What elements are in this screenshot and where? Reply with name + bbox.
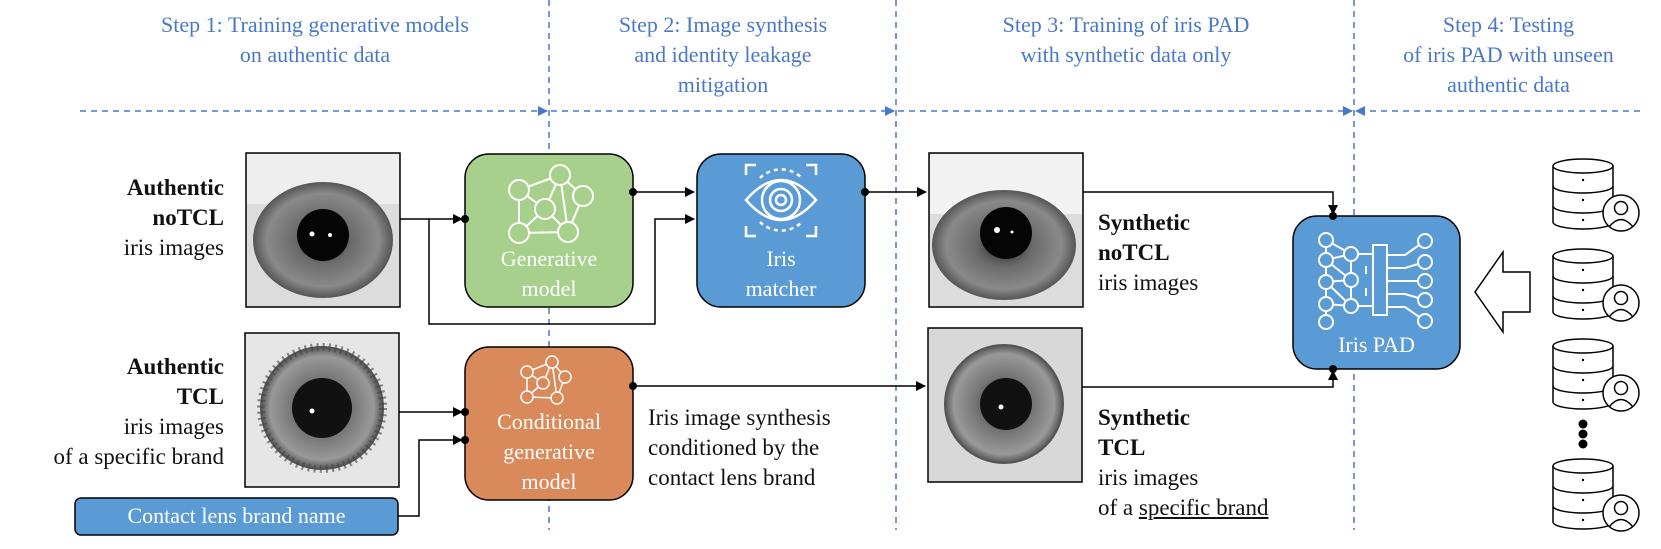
- step-3-line-2: with synthetic data only: [1020, 42, 1232, 67]
- label-bold-2: TCL: [176, 384, 224, 409]
- step-4-line-3: authentic data: [1447, 72, 1570, 97]
- iris-pad-label: Iris PAD: [1338, 332, 1415, 357]
- synthetic-tcl-label: Synthetic TCL iris images of a specific …: [1098, 403, 1328, 523]
- step-1-line-2: on authentic data: [239, 42, 391, 67]
- authentic-tcl-label: Authentic TCL iris images of a specific …: [0, 352, 224, 472]
- authentic-notcl-image: [245, 152, 401, 308]
- conditional-model-label: Conditional generative model: [465, 407, 633, 497]
- synthetic-tcl-image: [927, 327, 1083, 483]
- test-input-arrow: [1474, 249, 1531, 335]
- label-line-3: iris images: [123, 414, 224, 439]
- step-3-title: Step 3: Training of iris PAD with synthe…: [906, 10, 1346, 70]
- block-line-2: matcher: [745, 276, 817, 301]
- test-databases: [1552, 158, 1640, 532]
- step-4-line-2: of iris PAD with unseen: [1403, 42, 1614, 67]
- label-bold-2: noTCL: [152, 205, 224, 230]
- label-bold-2: noTCL: [1098, 240, 1170, 265]
- synthetic-notcl-image: [928, 152, 1084, 308]
- label-bold-1: Authentic: [126, 175, 224, 200]
- authentic-notcl-label: Authentic noTCL iris images: [0, 173, 224, 263]
- step-1-title: Step 1: Training generative models on au…: [90, 10, 540, 70]
- step-3-line-1: Step 3: Training of iris PAD: [1002, 12, 1250, 37]
- label-line-4: of a specific brand: [53, 444, 224, 469]
- step-2-line-3: mitigation: [677, 72, 769, 97]
- label-line-3: iris images: [1098, 270, 1199, 295]
- block-line-1: Conditional: [497, 409, 601, 434]
- step-4-line-1: Step 4: Testing: [1442, 12, 1575, 37]
- block-line-2: model: [521, 276, 577, 301]
- synthetic-tcl-to-pad: [1082, 370, 1338, 388]
- block-line-3: model: [521, 469, 577, 494]
- label-bold-1: Authentic: [126, 354, 224, 379]
- label-bold-2: TCL: [1098, 435, 1146, 460]
- annotation-line-2: conditioned by the: [648, 435, 820, 460]
- synthetic-notcl-label: Synthetic noTCL iris images: [1098, 208, 1298, 298]
- block-line-2: generative: [503, 439, 595, 464]
- label-line-4-underlined: specific brand: [1138, 495, 1269, 520]
- database-user-icon: [1552, 158, 1640, 232]
- block-line-1: Iris: [766, 246, 796, 271]
- iris-matcher-label: Iris matcher: [697, 244, 865, 304]
- authentic-tcl-image: [244, 332, 400, 488]
- label-line-3: iris images: [1098, 465, 1199, 490]
- generative-model-label: Generative model: [465, 244, 633, 304]
- database-user-icon: [1552, 458, 1640, 532]
- annotation-line-1: Iris image synthesis: [648, 405, 831, 430]
- brand-to-conditional: [398, 435, 463, 517]
- step-2-title: Step 2: Image synthesis and identity lea…: [560, 10, 886, 100]
- annotation-line-3: contact lens brand: [648, 465, 816, 490]
- label-bold-1: Synthetic: [1098, 405, 1190, 430]
- brand-name-label: Contact lens brand name: [127, 503, 346, 528]
- step-2-line-2: and identity leakage: [634, 42, 812, 67]
- step-2-line-1: Step 2: Image synthesis: [618, 12, 828, 37]
- label-line-3: iris images: [123, 235, 224, 260]
- label-bold-1: Synthetic: [1098, 210, 1190, 235]
- synthesis-annotation: Iris image synthesis conditioned by the …: [648, 403, 888, 493]
- vertical-ellipsis-icon: [1578, 419, 1588, 449]
- step-1-line-1: Step 1: Training generative models: [161, 12, 469, 37]
- block-line-1: Generative: [500, 246, 598, 271]
- database-user-icon: [1552, 338, 1640, 412]
- database-user-icon: [1552, 248, 1640, 322]
- label-line-4-prefix: of a: [1098, 495, 1139, 520]
- step-4-title: Step 4: Testing of iris PAD with unseen …: [1356, 10, 1661, 100]
